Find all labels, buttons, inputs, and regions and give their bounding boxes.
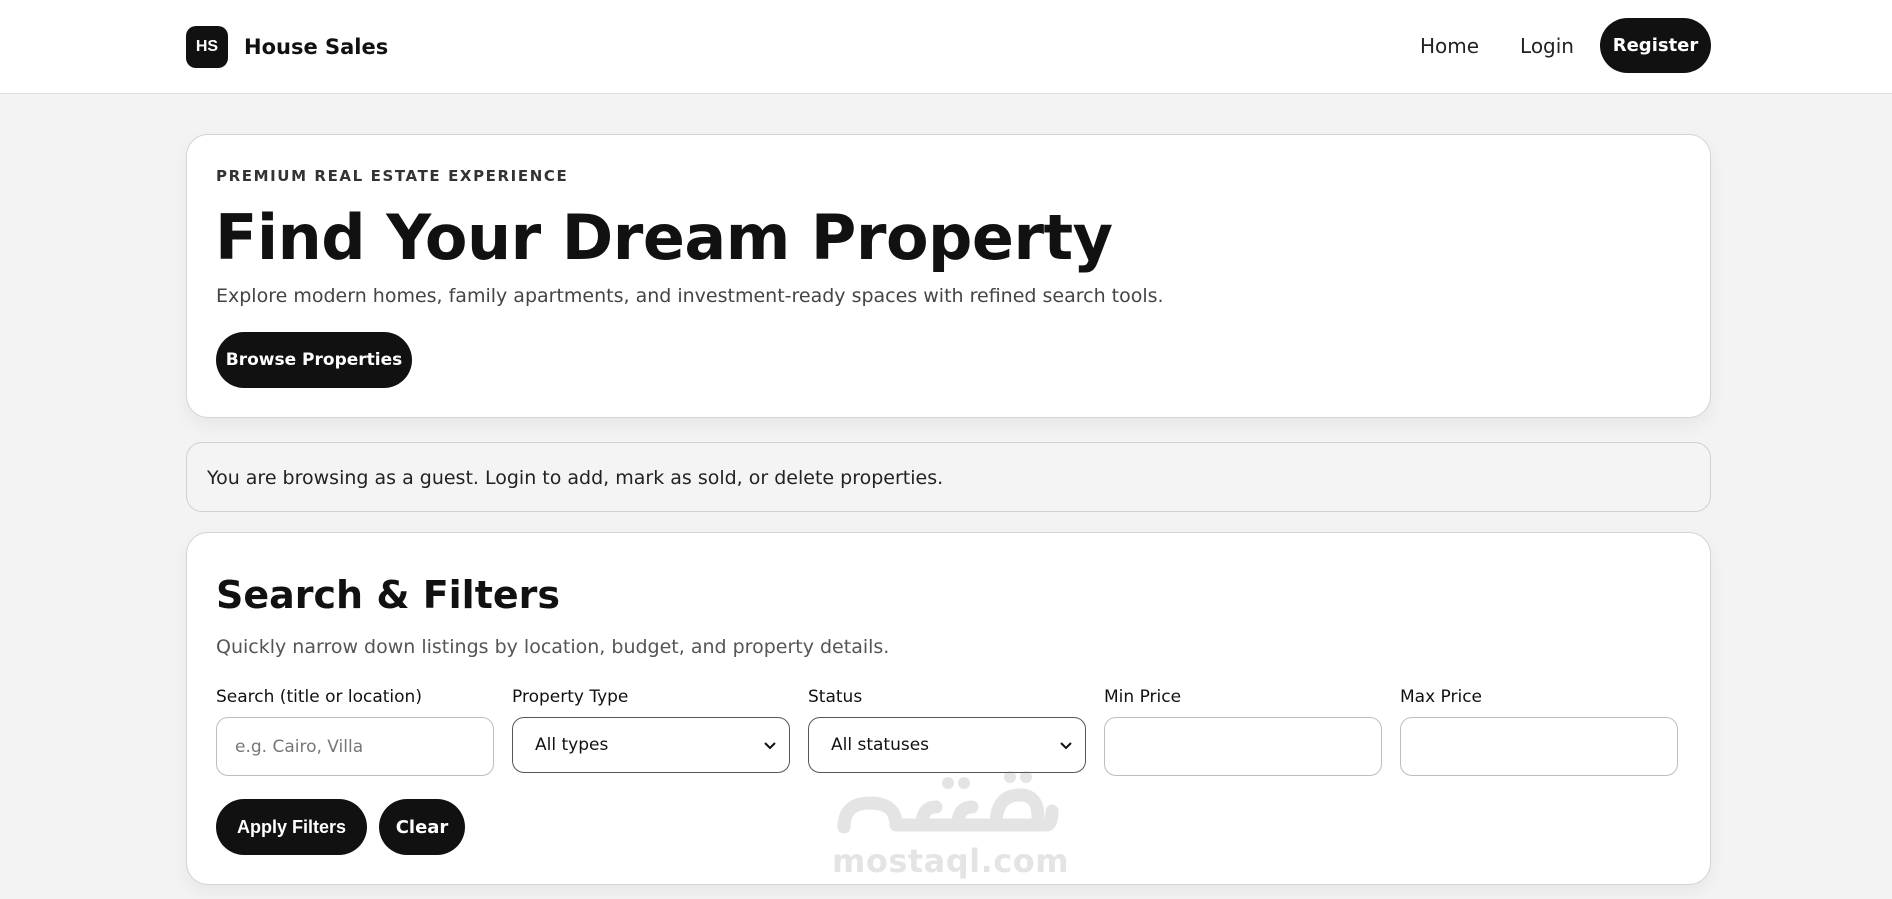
filters-title: Search & Filters [216, 573, 561, 617]
max-price-field: Max Price [1400, 687, 1678, 776]
top-navbar: HS House Sales Home Login Register [0, 0, 1892, 94]
status-field: Status All statuses [808, 687, 1086, 773]
browse-properties-button[interactable]: Browse Properties [216, 332, 412, 388]
search-label: Search (title or location) [216, 687, 422, 707]
max-price-label: Max Price [1400, 687, 1483, 707]
status-select[interactable]: All statuses [808, 717, 1086, 773]
apply-filters-button[interactable]: Apply Filters [216, 799, 367, 855]
hero-subtitle: Explore modern homes, family apartments,… [216, 285, 1164, 307]
filters-card: Search & Filters Quickly narrow down lis… [186, 532, 1711, 885]
register-button[interactable]: Register [1600, 18, 1711, 73]
hero-title: Find Your Dream Property [215, 201, 1113, 274]
property-type-field: Property Type All types [512, 687, 790, 773]
guest-notice: You are browsing as a guest. Login to ad… [186, 442, 1711, 512]
hero-card: PREMIUM REAL ESTATE EXPERIENCE Find Your… [186, 134, 1711, 418]
status-selected: All statuses [831, 735, 930, 755]
property-type-selected: All types [535, 735, 609, 755]
search-input[interactable] [216, 717, 494, 776]
hero-eyebrow: PREMIUM REAL ESTATE EXPERIENCE [216, 167, 569, 185]
nav-home-link[interactable]: Home [1420, 34, 1479, 58]
guest-notice-text: You are browsing as a guest. Login to ad… [207, 467, 944, 489]
clear-filters-button[interactable]: Clear [379, 799, 465, 855]
nav-login-link[interactable]: Login [1520, 34, 1574, 58]
brand-name: House Sales [244, 35, 389, 59]
max-price-input[interactable] [1400, 717, 1678, 776]
filters-subtitle: Quickly narrow down listings by location… [216, 636, 890, 658]
property-type-select[interactable]: All types [512, 717, 790, 773]
brand[interactable]: HS House Sales [186, 26, 388, 68]
chevron-down-icon [764, 742, 776, 750]
chevron-down-icon [1060, 742, 1072, 750]
property-type-label: Property Type [512, 687, 629, 707]
search-field: Search (title or location) [216, 687, 494, 776]
min-price-input[interactable] [1104, 717, 1382, 776]
status-label: Status [808, 687, 863, 707]
min-price-field: Min Price [1104, 687, 1382, 776]
main-nav: Home Login Register [1420, 18, 1711, 73]
min-price-label: Min Price [1104, 687, 1182, 707]
logo-badge: HS [186, 26, 228, 68]
